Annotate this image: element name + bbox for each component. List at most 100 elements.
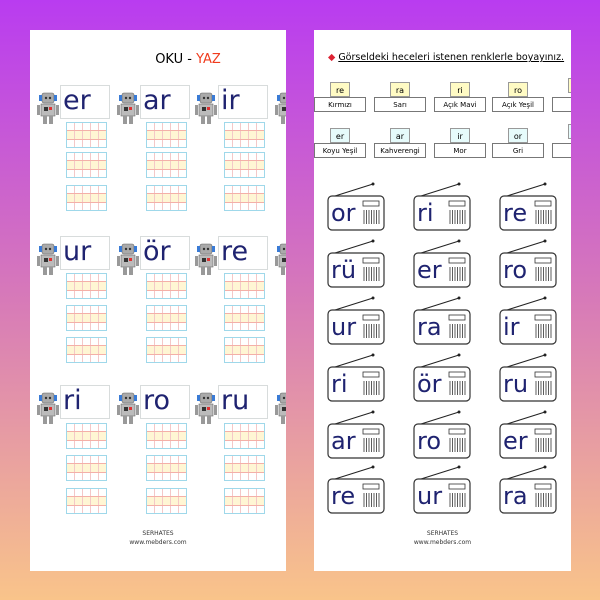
writing-box[interactable] [224, 122, 265, 148]
writing-box[interactable] [146, 152, 187, 178]
radio-syllable[interactable]: ra [413, 296, 471, 346]
footer: SERHATES www.mebders.com [30, 529, 286, 547]
radio-syllable[interactable]: ur [327, 296, 385, 346]
radio-text: ör [417, 370, 442, 398]
bullet-icon: ◆ [328, 52, 336, 63]
radio-syllable[interactable]: ur [413, 465, 471, 515]
radio-syllable[interactable]: ar [327, 410, 385, 460]
color-key: ar Kahverengi [374, 124, 426, 158]
radio-text: ra [417, 313, 442, 341]
writing-box[interactable] [224, 305, 265, 331]
radio-text: ru [503, 370, 529, 398]
footer-site: www.mebders.com [413, 539, 472, 546]
color-key: Koy [552, 124, 571, 158]
writing-box[interactable] [224, 152, 265, 178]
writing-box[interactable] [224, 273, 265, 299]
robot-icon [274, 91, 286, 125]
key-color-label: Koy [552, 143, 571, 158]
radio-text: ri [331, 370, 348, 398]
key-color-label: Koyu Yeşil [314, 143, 366, 158]
key-syllable: ro [508, 82, 528, 97]
writing-box[interactable] [66, 488, 107, 514]
writing-box[interactable] [66, 423, 107, 449]
radio-text: ro [417, 427, 442, 455]
radio-syllable[interactable]: rü [327, 239, 385, 289]
radio-syllable[interactable]: re [499, 182, 557, 232]
color-key: er Koyu Yeşil [314, 124, 366, 158]
radio-syllable[interactable]: ro [413, 410, 471, 460]
key-color-label: Kırmızı [314, 97, 366, 112]
radio-syllable[interactable]: re [327, 465, 385, 515]
robot-icon [116, 391, 140, 425]
key-color-label: Açık Yeşil [492, 97, 544, 112]
radio-syllable[interactable]: ro [499, 239, 557, 289]
writing-box[interactable] [146, 305, 187, 331]
radio-syllable[interactable]: ir [499, 296, 557, 346]
writing-box[interactable] [66, 185, 107, 211]
radio-text: er [417, 256, 442, 284]
robot-icon [36, 391, 60, 425]
radio-syllable[interactable]: ri [327, 353, 385, 403]
writing-box[interactable] [66, 273, 107, 299]
radio-text: ar [331, 427, 356, 455]
instruction-text: Görseldeki heceleri istenen renklerle bo… [338, 52, 565, 63]
color-key: ro Açık Yeşil [492, 78, 544, 112]
syllable-card: ri [60, 385, 110, 419]
color-key: ir Mor [434, 124, 486, 158]
worksheet-title: OKU - YAZ [30, 52, 286, 67]
writing-box[interactable] [66, 305, 107, 331]
syllable-card: ar [140, 85, 190, 119]
syllable-card: ru [218, 385, 268, 419]
radio-syllable[interactable]: ra [499, 465, 557, 515]
key-syllable: ir [450, 128, 470, 143]
radio-text: re [503, 199, 528, 227]
radio-text: ra [503, 482, 528, 510]
radio-text: ir [503, 313, 520, 341]
writing-box[interactable] [224, 185, 265, 211]
key-color-label: Mor [434, 143, 486, 158]
radio-text: re [331, 482, 356, 510]
coloring-worksheet: ◆ Görseldeki heceleri istenen renklerle b… [314, 30, 571, 571]
color-key: ra Sarı [374, 78, 426, 112]
radio-syllable[interactable]: ör [413, 353, 471, 403]
writing-box[interactable] [146, 273, 187, 299]
writing-box[interactable] [66, 152, 107, 178]
radio-syllable[interactable]: er [499, 410, 557, 460]
syllable-card: re [218, 236, 268, 270]
writing-box[interactable] [224, 337, 265, 363]
writing-box[interactable] [146, 122, 187, 148]
writing-box[interactable] [224, 455, 265, 481]
writing-box[interactable] [66, 337, 107, 363]
writing-box[interactable] [66, 122, 107, 148]
key-syllable: re [330, 82, 350, 97]
radio-syllable[interactable]: ru [499, 353, 557, 403]
key-syllable: ra [390, 82, 410, 97]
writing-box[interactable] [146, 423, 187, 449]
writing-box[interactable] [146, 185, 187, 211]
syllable-card: ör [140, 236, 190, 270]
radio-text: ro [503, 256, 528, 284]
key-color-label: Açık Mavi [434, 97, 486, 112]
robot-icon [36, 91, 60, 125]
key-color-label: Gri [492, 143, 544, 158]
key-syllable: er [330, 128, 350, 143]
oku-yaz-worksheet: OKU - YAZ er ar ir ur ör re ri ro ru SERHATES www… [30, 30, 286, 571]
robot-icon [194, 242, 218, 276]
footer-site: www.mebders.com [129, 539, 187, 546]
footer-author: SERHATES [426, 530, 459, 537]
writing-box[interactable] [146, 455, 187, 481]
robot-icon [194, 91, 218, 125]
syllable-card: ir [218, 85, 268, 119]
writing-box[interactable] [224, 423, 265, 449]
robot-icon [194, 391, 218, 425]
radio-syllable[interactable]: ri [413, 182, 471, 232]
radio-syllable[interactable]: or [327, 182, 385, 232]
radio-text: ur [331, 313, 357, 341]
writing-box[interactable] [224, 488, 265, 514]
writing-box[interactable] [146, 337, 187, 363]
footer-author: SERHATES [142, 530, 174, 537]
writing-box[interactable] [146, 488, 187, 514]
writing-box[interactable] [66, 455, 107, 481]
radio-syllable[interactable]: er [413, 239, 471, 289]
color-key: re Kırmızı [314, 78, 366, 112]
